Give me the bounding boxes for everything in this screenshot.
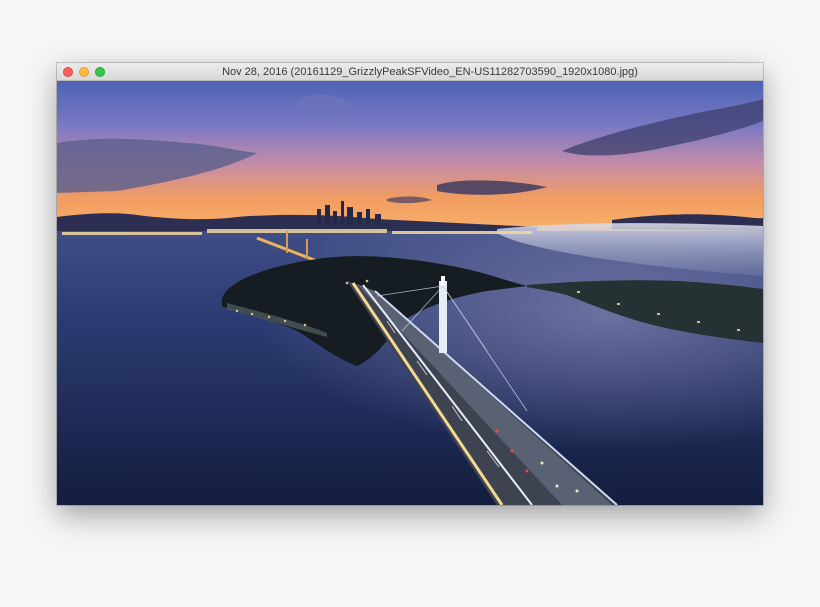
photo-bay-bridge-dusk	[57, 81, 763, 505]
zoom-button[interactable]	[95, 67, 105, 77]
minimize-button[interactable]	[79, 67, 89, 77]
desktop: Nov 28, 2016 (20161129_GrizzlyPeakSFVide…	[0, 0, 820, 607]
image-viewer-window: Nov 28, 2016 (20161129_GrizzlyPeakSFVide…	[57, 63, 763, 505]
window-title: Nov 28, 2016 (20161129_GrizzlyPeakSFVide…	[222, 66, 638, 78]
close-button[interactable]	[63, 67, 73, 77]
window-titlebar[interactable]: Nov 28, 2016 (20161129_GrizzlyPeakSFVide…	[57, 63, 763, 81]
